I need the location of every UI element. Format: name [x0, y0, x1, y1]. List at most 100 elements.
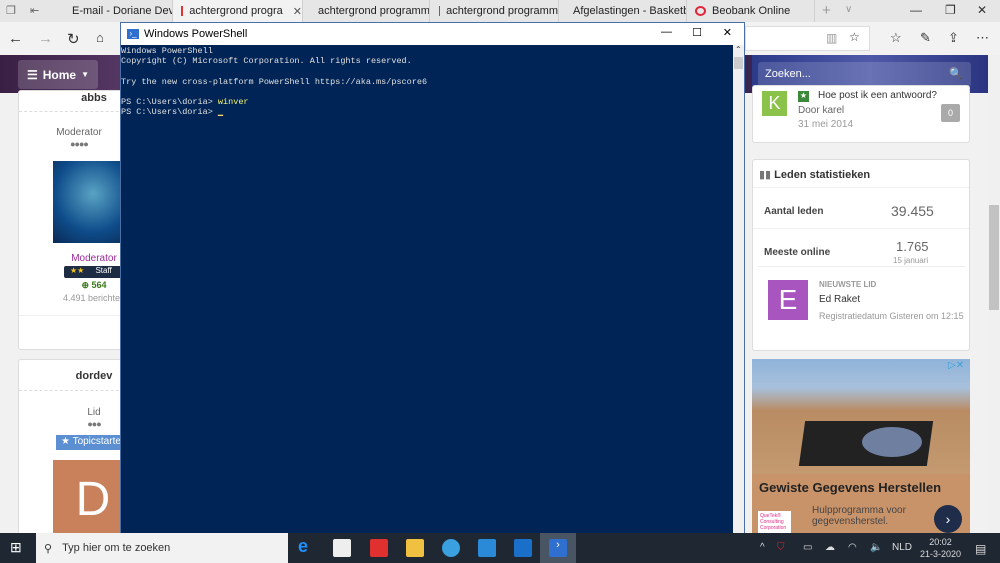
notifications-icon[interactable]: ▤ — [975, 542, 986, 556]
wifi-icon[interactable]: ◠ — [848, 542, 857, 553]
mail-icon[interactable] — [478, 539, 496, 557]
address-field[interactable]: ▥ ☆ — [745, 26, 870, 51]
ad-logo: QueTek® Consulting Corporation — [758, 511, 791, 535]
close-icon[interactable]: ✕ — [723, 26, 732, 39]
ad-next-chevron-icon[interactable]: › — [934, 505, 962, 533]
newest-member-name[interactable]: Ed Raket — [819, 294, 860, 305]
most-online-label: Meeste online — [764, 247, 831, 258]
battery-icon[interactable]: ▭ — [803, 542, 812, 553]
caret-down-icon: ▼ — [81, 70, 90, 79]
console-line: Copyright (C) Microsoft Corporation. All… — [121, 56, 412, 67]
scrollbar-thumb[interactable] — [734, 57, 743, 69]
minimize-icon[interactable]: — — [910, 3, 922, 17]
page-scrollbar[interactable] — [988, 55, 1000, 533]
volume-icon[interactable]: 🔈 — [870, 542, 882, 553]
forward-icon[interactable]: → — [38, 30, 53, 47]
list-icon: ☰ — [26, 67, 38, 82]
file-explorer-icon[interactable] — [406, 539, 424, 557]
search-placeholder: Zoeken... — [765, 68, 811, 80]
search-icon[interactable]: 🔍 — [949, 67, 963, 80]
ad-image — [752, 359, 970, 474]
set-aside-tabs-icon[interactable]: ⇤ — [30, 4, 39, 17]
topic-author[interactable]: Door karel — [798, 105, 844, 116]
badge-label: Topicstarter — [72, 436, 125, 447]
tab-email[interactable]: E-mail - Doriane Devrie — [48, 0, 173, 22]
post-author-card: abbs Moderator ●●●● Moderator ★★ Staff ⊕… — [18, 90, 144, 350]
clock-time: 20:02 — [929, 537, 952, 547]
powershell-window[interactable]: ›_ Windows PowerShell — ☐ ✕ Windows Powe… — [120, 22, 745, 535]
stats-title: ▮▮ Leden statistieken — [759, 168, 870, 181]
member-stats-card: ▮▮ Leden statistieken Aantal leden 39.45… — [752, 159, 970, 351]
most-online-date: 15 januari — [893, 256, 929, 265]
tab-label: Beobank Online — [712, 5, 791, 17]
site-favicon — [181, 6, 184, 16]
scrollbar-thumb[interactable] — [989, 205, 999, 310]
tab-beobank[interactable]: Beobank Online — [687, 0, 815, 22]
share-icon[interactable]: ⇪ — [948, 30, 959, 46]
clock[interactable]: 20:02 21-3-2020 — [920, 536, 961, 560]
badge-label: Staff — [95, 266, 112, 275]
browser-tab-bar: ❐ ⇤ E-mail - Doriane Devrie achtergrond … — [0, 0, 1000, 22]
console-line: Windows PowerShell — [121, 46, 213, 56]
favorites-icon[interactable]: ☆ — [890, 30, 902, 46]
tab-sets-icon[interactable]: ❐ — [6, 4, 16, 17]
favorite-star-icon[interactable]: ☆ — [849, 30, 860, 44]
console-output[interactable]: Windows PowerShell Copyright (C) Microsof… — [121, 45, 734, 118]
console-line: PS C:\Users\doria> ▁ — [121, 107, 734, 117]
outlook-icon[interactable] — [514, 539, 532, 557]
restore-icon[interactable]: ❐ — [945, 3, 956, 17]
newest-member-registration: Registratiedatum Gisteren om 12:15 — [819, 311, 964, 321]
members-label: Aantal leden — [764, 206, 824, 217]
tab-preview-chevron-icon[interactable]: ∨ — [845, 4, 852, 15]
windows-start-icon[interactable]: ⊞ — [10, 539, 22, 556]
tab-afgelastingen[interactable]: Afgelastingen - Basketb — [559, 0, 687, 22]
advertisement[interactable]: ▷✕ Gewiste Gegevens Herstellen QueTek® C… — [752, 359, 970, 535]
tab-achtergrond-2[interactable]: achtergrond programm — [304, 0, 430, 22]
app-icon[interactable] — [442, 539, 460, 557]
beobank-favicon — [695, 6, 706, 16]
powershell-icon: › — [549, 539, 567, 557]
members-value: 39.455 — [891, 203, 934, 219]
console-scrollbar[interactable]: ⌃ — [733, 45, 744, 535]
home-menu-button[interactable]: ☰ Home ▼ — [18, 60, 98, 89]
mcafee-icon[interactable]: ⛉ — [777, 542, 785, 553]
search-placeholder: Typ hier om te zoeken — [62, 542, 171, 554]
close-icon[interactable]: ✕ — [977, 3, 987, 17]
stats-title-text: Leden statistieken — [774, 169, 871, 181]
tab-label: achtergrond programm — [318, 5, 430, 17]
topic-author-avatar: K — [762, 91, 787, 116]
newest-member-avatar[interactable]: E — [768, 280, 808, 320]
minimize-icon[interactable]: — — [661, 26, 672, 38]
more-icon[interactable]: ⋯ — [976, 30, 989, 46]
topic-title[interactable]: Hoe post ik een antwoord? — [818, 90, 937, 101]
search-icon: ⚲ — [44, 542, 53, 555]
onedrive-icon[interactable]: ☁ — [825, 542, 835, 553]
adchoices-icon[interactable]: ▷✕ — [948, 360, 964, 371]
edge-icon[interactable]: e — [298, 536, 316, 556]
store-icon[interactable] — [333, 539, 351, 557]
reading-view-icon[interactable]: ▥ — [826, 31, 837, 45]
home-icon[interactable]: ⌂ — [96, 30, 104, 45]
new-tab-icon[interactable]: + — [822, 2, 831, 19]
powershell-titlebar[interactable]: ›_ Windows PowerShell — ☐ ✕ — [121, 23, 744, 45]
tab-achtergrond-3[interactable]: achtergrond programm — [431, 0, 559, 22]
command: winver — [217, 97, 249, 108]
scroll-up-icon[interactable]: ⌃ — [735, 45, 742, 54]
newest-member-label: NIEUWSTE LID — [819, 280, 877, 289]
taskbar-search-box[interactable]: ⚲ Typ hier om te zoeken — [36, 533, 288, 563]
bar-chart-icon: ▮▮ — [759, 169, 772, 181]
taskbar-powershell[interactable]: › — [540, 533, 576, 563]
tab-achtergrond-1[interactable]: achtergrond progra ✕ — [173, 0, 303, 22]
taskbar: ⊞ ⚲ Typ hier om te zoeken e › ^ ⛉ ▭ ☁ ◠ 🔈… — [0, 533, 1000, 563]
notes-pen-icon[interactable]: ✎ — [920, 30, 931, 46]
site-search-input[interactable]: Zoeken... 🔍 — [758, 62, 971, 87]
back-icon[interactable]: ← — [8, 30, 23, 47]
maximize-icon[interactable]: ☐ — [692, 26, 702, 39]
language-indicator[interactable]: NLD — [892, 542, 912, 553]
ad-title[interactable]: Gewiste Gegevens Herstellen — [759, 480, 941, 495]
tab-label: Afgelastingen - Basketb — [573, 5, 687, 17]
show-hidden-icons-icon[interactable]: ^ — [760, 542, 765, 553]
refresh-icon[interactable]: ↻ — [67, 30, 80, 48]
close-tab-icon[interactable]: ✕ — [293, 5, 302, 18]
app-icon[interactable] — [370, 539, 388, 557]
